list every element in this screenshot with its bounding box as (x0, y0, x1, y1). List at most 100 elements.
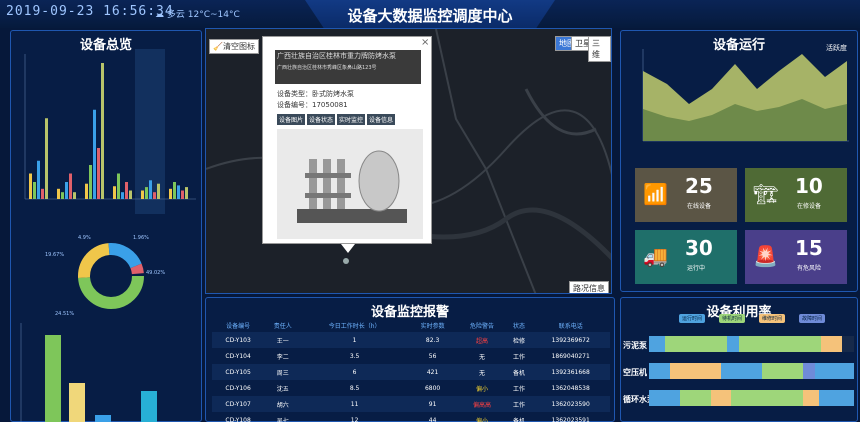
stat-value: 15 (795, 236, 823, 260)
overview-panel: 设备总览 4.9% 1.96% 19.67% 49.02% 24.51% (10, 30, 202, 422)
popup-tab-status[interactable]: 设备状态 (307, 114, 336, 125)
overview-bar (173, 182, 176, 199)
cloud-icon: ☁ (155, 10, 164, 20)
table-cell: 1869040271 (551, 352, 590, 360)
overview-bar (149, 180, 152, 199)
table-cell: 无 (478, 353, 485, 361)
overview-bar (141, 190, 144, 199)
column-header: 实时参数 (420, 322, 445, 330)
utilization-segment (720, 363, 762, 379)
popup-id: 设备编号：17050081 (277, 101, 348, 109)
overview-bar (73, 192, 76, 199)
utilization-bar (649, 336, 854, 352)
table-cell: 偏高高 (472, 401, 491, 409)
operation-panel: 设备运行 活跃度 📶 25 在线设备 🏗 10 在修设备 🚚 30 运行中 🚨 15 有危风险 (620, 30, 858, 292)
utilization-segment (802, 390, 820, 406)
table-cell: 12 (350, 416, 359, 422)
table-cell: CD-Y107 (225, 400, 251, 408)
table-cell: 91 (428, 400, 437, 408)
donut-label-2: 1.96% (133, 235, 149, 241)
utilization-segment (761, 363, 803, 379)
stat-value: 10 (795, 174, 823, 198)
donut-label-4: 49.02% (146, 270, 165, 276)
overview-bar (113, 186, 116, 199)
popup-address: 广西壮族自治区桂林市秀峰区象鼻山路123号 (277, 65, 377, 71)
utilization-row-label: 空压机 (623, 368, 647, 377)
table-row[interactable]: CD-Y104 李二 3.5 56 无 工作 1869040271 (212, 348, 610, 364)
popup-type: 设备类型：卧式防烤水泵 (277, 90, 354, 98)
traffic-button[interactable]: 路况信息 (569, 281, 609, 293)
overview-bar (121, 192, 124, 199)
table-row[interactable]: CD-Y105 周三 6 421 无 备机 1392361668 (212, 364, 610, 380)
column-header: 责任人 (273, 322, 292, 330)
popup-tab-info[interactable]: 设备信息 (367, 114, 396, 125)
overview-bar (69, 173, 72, 199)
stat-label: 有危风险 (797, 265, 822, 272)
table-cell: 11 (350, 400, 359, 408)
overview-bar (85, 183, 88, 199)
weather: ☁ 多云 12°C~14°C (155, 7, 240, 20)
utilization-segment (802, 363, 816, 379)
overview-bar (57, 188, 60, 199)
bar-blue (95, 415, 111, 422)
bar-cyan (141, 391, 157, 422)
legend-item: 待机时间 (719, 314, 746, 323)
overview-bar (153, 192, 156, 199)
table-cell: 44 (428, 416, 437, 422)
stat-icon: 🏗 (753, 182, 779, 206)
overview-bar-chart (24, 49, 196, 214)
popup-close-button[interactable]: × (421, 37, 429, 48)
column-header: 状态 (513, 322, 526, 330)
popup-tab-monitor[interactable]: 实时监控 (337, 114, 366, 125)
stat-icon: 🚚 (643, 244, 668, 268)
clear-markers-button[interactable]: 🧹清空图标 (209, 39, 259, 54)
table-cell: CD-Y108 (225, 416, 251, 422)
table-cell: 1362023590 (551, 400, 590, 408)
table-cell: 8.5 (349, 384, 360, 392)
table-cell: 1392369672 (551, 336, 590, 344)
table-row[interactable]: CD-Y106 沈五 8.5 6800 偏小 工作 1362048538 (212, 380, 610, 396)
column-header: 今日工作时长（h） (328, 322, 381, 330)
table-row[interactable]: CD-Y103 王一 1 82.3 超高 检修 1392369672 (212, 332, 610, 348)
table-row[interactable]: CD-Y108 吴七 12 44 偏小 备机 1362023591 (212, 412, 610, 422)
utilization-segment (739, 336, 822, 352)
device-popup: × 广西壮族自治区桂林市重力牌防烤水泵 广西壮族自治区桂林市秀峰区象鼻山路123… (262, 36, 432, 253)
table-cell: 82.3 (425, 336, 440, 344)
overview-bar (97, 148, 100, 199)
stat-card: 🚚 30 运行中 (635, 230, 737, 284)
utilization-segment (819, 390, 854, 406)
table-cell: 6800 (424, 384, 441, 392)
table-cell: 备机 (513, 369, 526, 377)
table-cell: CD-Y103 (225, 336, 251, 344)
overview-bar (125, 182, 128, 199)
utilization-segment (815, 363, 854, 379)
page-title: 设备大数据监控调度中心 (347, 7, 513, 25)
map-tab-3d[interactable]: 三维 (588, 36, 611, 62)
popup-header: 广西壮族自治区桂林市重力牌防烤水泵 广西壮族自治区桂林市秀峰区象鼻山路123号 (275, 50, 421, 84)
table-cell: 1362048538 (551, 384, 590, 392)
table-cell: 无 (478, 369, 485, 377)
overview-bar (93, 109, 96, 199)
column-header: 联系电话 (558, 322, 583, 330)
overview-bar (177, 185, 180, 199)
popup-title: 广西壮族自治区桂林市重力牌防烤水泵 (277, 52, 396, 60)
overview-bar (61, 192, 64, 199)
overview-bar (185, 187, 188, 199)
pump-image (277, 129, 423, 239)
utilization-bar (649, 390, 854, 406)
table-cell: 胡六 (276, 401, 289, 409)
popup-pointer (341, 244, 355, 253)
bar-green (45, 335, 61, 422)
donut-label-1: 4.9% (78, 235, 91, 241)
table-cell: CD-Y105 (225, 368, 251, 376)
stat-card: 🏗 10 在修设备 (745, 168, 847, 222)
operation-area-chart (642, 49, 849, 142)
popup-tab-image[interactable]: 设备图片 (277, 114, 306, 125)
table-cell: 1362023591 (551, 416, 590, 422)
table-cell: 周三 (276, 369, 289, 377)
table-cell: 检修 (513, 337, 526, 345)
stat-icon: 📶 (643, 182, 668, 206)
table-cell: 吴七 (276, 417, 289, 422)
table-cell: 工作 (513, 385, 526, 393)
table-row[interactable]: CD-Y107 胡六 11 91 偏高高 工作 1362023590 (212, 396, 610, 412)
